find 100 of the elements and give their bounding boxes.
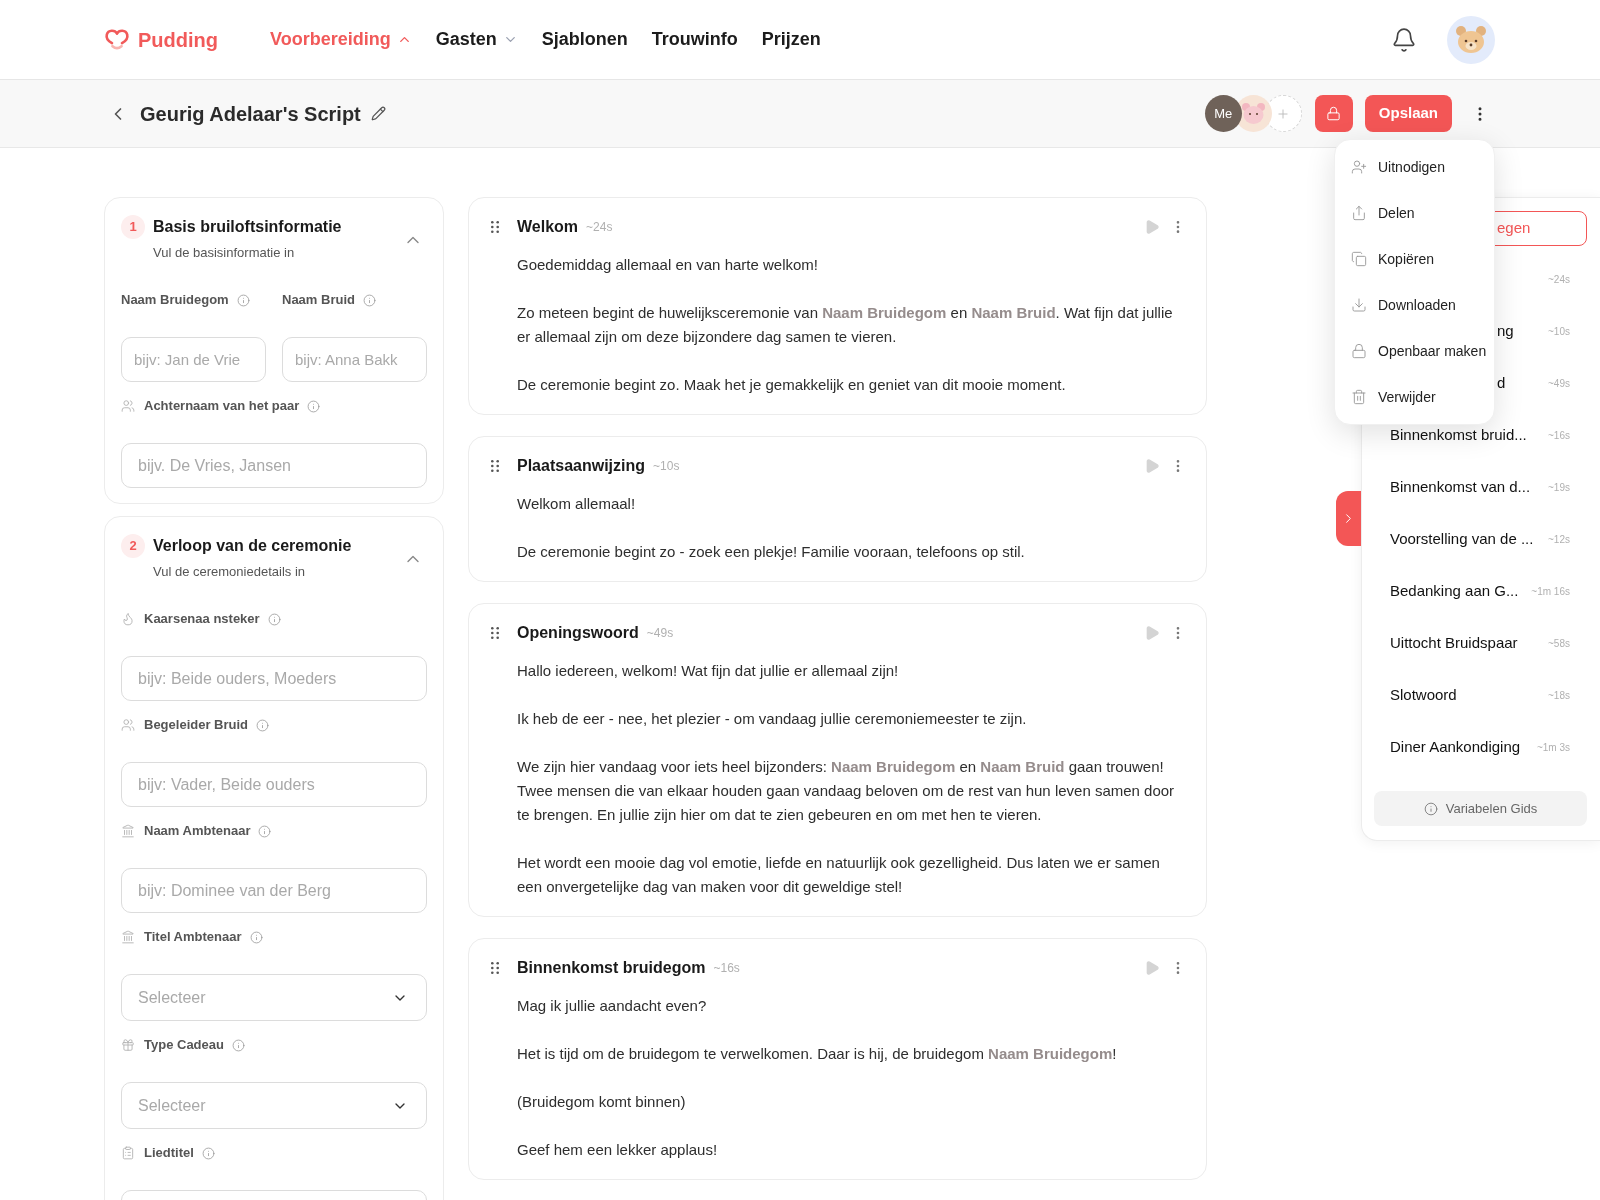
play-icon[interactable]: [1144, 625, 1160, 641]
lock-button[interactable]: [1314, 95, 1353, 132]
info-icon[interactable]: [307, 399, 321, 413]
user-plus-icon: [1351, 159, 1367, 175]
drag-handle-icon[interactable]: [491, 627, 499, 639]
field-label: Type Cadeau: [144, 1036, 224, 1055]
info-icon[interactable]: [267, 612, 281, 626]
nav-link[interactable]: Gasten: [435, 26, 518, 53]
section-subtitle: Vul de basisinformatie in: [153, 244, 296, 262]
bell-icon[interactable]: [1391, 26, 1417, 53]
duration: ~12s: [1547, 532, 1570, 547]
lock-icon: [1351, 343, 1367, 359]
outline-item[interactable]: ng: [1497, 319, 1514, 343]
menu-item[interactable]: Uitnodigen: [1335, 144, 1494, 190]
script-paragraph: Ik heb de eer - nee, het plezier - om vandaag jullie ceremoniemeester te zijn.: [517, 709, 1028, 729]
building-icon: [121, 930, 135, 944]
building-icon: [121, 824, 135, 838]
bear-avatar[interactable]: [1447, 15, 1495, 64]
script-paragraph: Hallo iedereen, welkom! Wat fijn dat jullie er allemaal zijn!: [517, 661, 900, 681]
field-label: Titel Ambtenaar: [144, 928, 242, 947]
section-subtitle: Vul de ceremoniedetails in: [153, 563, 306, 581]
text-input[interactable]: bijv: Anna Bakk: [282, 337, 427, 382]
duration: ~10s: [1547, 324, 1570, 339]
script-paragraph: Het wordt een mooie dag vol emotie, liefde en natuurlijk ook gezelligheid. Dus laten we er samen een onvergetelijke dag van maken voor dit geweldige stel!: [517, 853, 1161, 897]
text-input[interactable]: bijv: Beide ouders, Moeders: [121, 656, 427, 701]
menu-item[interactable]: Verwijder: [1335, 374, 1494, 420]
flame-icon: [121, 612, 135, 626]
step-number: 1: [121, 215, 145, 239]
duration: ~16s: [713, 960, 740, 977]
play-icon[interactable]: [1144, 960, 1160, 976]
nav-link[interactable]: Sjablonen: [541, 26, 628, 53]
menu-item[interactable]: Delen: [1335, 190, 1494, 236]
duration: ~24s: [1547, 272, 1570, 287]
duration: ~19s: [1547, 480, 1570, 495]
text-input[interactable]: bijv: Vader, Beide ouders: [121, 762, 427, 807]
script-title: Geurig Adelaar's Script: [140, 101, 361, 127]
duration: ~10s: [653, 458, 680, 475]
info-icon[interactable]: [231, 1038, 245, 1052]
outline-item[interactable]: Uittocht Bruidspaar: [1390, 631, 1518, 655]
play-icon[interactable]: [1144, 219, 1160, 235]
menu-item[interactable]: Openbaar maken: [1335, 328, 1494, 374]
menu-item[interactable]: Downloaden: [1335, 282, 1494, 328]
script-paragraph: (Bruidegom komt binnen): [517, 1092, 687, 1112]
info-icon[interactable]: [362, 293, 376, 307]
drag-handle-icon[interactable]: [491, 460, 499, 472]
script-paragraph: Mag ik jullie aandacht even?: [517, 996, 708, 1016]
pencil-icon[interactable]: [370, 106, 386, 121]
info-icon[interactable]: [256, 718, 270, 732]
outline-item[interactable]: Binnenkomst bruid...: [1390, 423, 1527, 447]
trash-icon: [1351, 389, 1367, 405]
text-input[interactable]: bijv: Dominee van der Berg: [121, 868, 427, 913]
share-icon: [1351, 205, 1367, 221]
field-label: Naam Ambtenaar: [144, 822, 251, 841]
duration: ~49s: [646, 625, 674, 642]
section-title: Welkom: [517, 217, 579, 237]
info-icon[interactable]: [249, 930, 263, 944]
text-input[interactable]: bijv. De Vries, Jansen: [121, 443, 427, 488]
field-label: Liedtitel: [144, 1144, 194, 1163]
info-icon[interactable]: [236, 293, 250, 307]
heart-icon: [104, 28, 130, 51]
step-number: 2: [121, 534, 145, 558]
me-avatar[interactable]: Me: [1204, 95, 1242, 132]
duration: ~24s: [586, 219, 613, 236]
lock-icon: [1326, 106, 1342, 121]
outline-item[interactable]: Binnenkomst van d...: [1390, 475, 1531, 499]
drag-handle-icon[interactable]: [491, 221, 499, 233]
drag-handle-icon[interactable]: [491, 962, 499, 974]
text-input[interactable]: bijv: Jan de Vrie: [121, 337, 266, 382]
outline-item[interactable]: Slotwoord: [1390, 683, 1457, 707]
outline-item[interactable]: Bedanking aan G...: [1390, 579, 1519, 603]
script-paragraph: Geef hem een lekker applaus!: [517, 1140, 719, 1160]
nav-link[interactable]: Trouwinfo: [651, 26, 738, 53]
menu-item[interactable]: Kopiëren: [1335, 236, 1494, 282]
script-paragraph: Goedemiddag allemaal en van harte welkom!: [517, 255, 819, 275]
sidebar-toggle-button[interactable]: [1336, 491, 1361, 546]
copy-icon: [1351, 251, 1367, 267]
duration: ~1m 16s: [1530, 584, 1570, 599]
nav-link[interactable]: Prijzen: [761, 26, 821, 53]
variables-guide-button[interactable]: Variabelen Gids: [1374, 791, 1587, 826]
field-label: Naam Bruid: [282, 291, 355, 310]
info-icon[interactable]: [258, 824, 272, 838]
download-icon: [1351, 297, 1367, 313]
script-paragraph: De ceremonie begint zo. Maak het je gemakkelijk en geniet van dit mooie moment.: [517, 375, 1067, 395]
gift-icon: [121, 1038, 135, 1052]
users-icon: [121, 399, 135, 413]
field-label: Kaarsenaa nsteker: [144, 610, 260, 629]
field-label: Naam Bruidegom: [121, 291, 229, 310]
play-icon[interactable]: [1144, 458, 1160, 474]
duration: ~18s: [1547, 688, 1570, 703]
outline-item[interactable]: d: [1497, 371, 1506, 395]
outline-item[interactable]: Diner Aankondiging: [1390, 735, 1521, 759]
info-icon: [1423, 801, 1438, 816]
section-title: Basis bruiloftsinformatie: [153, 217, 342, 237]
section-title: Plaatsaanwijzing: [517, 456, 646, 476]
script-paragraph: De ceremonie begint zo - zoek een plekje! Familie vooraan, telefoons op stil.: [517, 542, 1026, 562]
section-title: Openingswoord: [517, 623, 639, 643]
field-label: Achternaam van het paar: [144, 397, 300, 416]
outline-item[interactable]: Voorstelling van de ...: [1390, 527, 1534, 551]
plus-icon: [1276, 106, 1291, 121]
info-icon[interactable]: [201, 1146, 215, 1160]
